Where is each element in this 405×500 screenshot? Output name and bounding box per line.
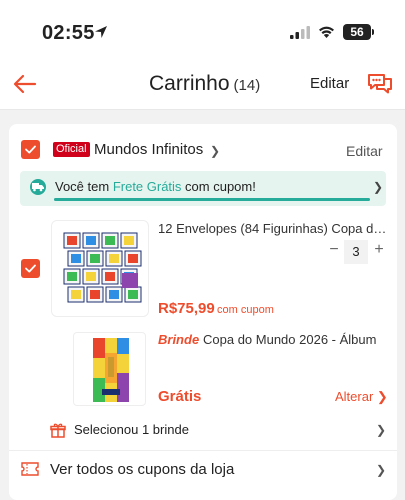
header-bar: Carrinho (14) Editar (0, 66, 405, 110)
truck-icon (30, 179, 46, 195)
gift-selection-text: Selecionou 1 brinde (74, 422, 189, 437)
change-gift-label: Alterar (335, 389, 374, 404)
chevron-right-icon: ❯ (210, 144, 221, 158)
official-badge: Oficial (53, 142, 90, 157)
shipping-message: Você tem Frete Grátis com cupom! (55, 179, 256, 194)
check-icon (25, 264, 36, 273)
edit-cart-button[interactable]: Editar (310, 75, 349, 92)
shipping-prefix: Você tem (55, 179, 113, 194)
chevron-right-icon: ❯ (373, 180, 384, 194)
shop-coupons-row[interactable]: Ver todos os cupons da loja ❯ (9, 451, 397, 489)
back-arrow-icon[interactable] (12, 71, 38, 97)
decrease-quantity-button[interactable]: − (327, 241, 341, 259)
location-arrow-icon (95, 26, 107, 38)
shop-edit-button[interactable]: Editar (346, 143, 383, 159)
shipping-progress-fill (54, 198, 370, 201)
status-bar: 02:55 56 (0, 0, 405, 66)
increase-quantity-button[interactable]: + (372, 241, 386, 259)
cellular-signal-icon (290, 26, 310, 39)
quantity-value[interactable]: 3 (344, 240, 368, 264)
page-title-text: Carrinho (149, 72, 230, 95)
shop-name-link[interactable]: Mundos Infinitos (94, 141, 203, 158)
quantity-stepper: − 3 + (327, 240, 387, 264)
cart-count: (14) (233, 77, 261, 94)
shop-coupons-link: Ver todos os cupons da loja (50, 461, 235, 478)
page-title: Carrinho (14) (149, 72, 260, 96)
shop-select-checkbox[interactable] (21, 140, 40, 159)
check-icon (25, 145, 36, 154)
shop-header: Oficial Mundos Infinitos ❯ Editar (9, 124, 397, 170)
gift-selection-row[interactable]: Selecionou 1 brinde ❯ (9, 414, 397, 450)
gift-price: Grátis (158, 388, 202, 405)
gift-title[interactable]: Copa do Mundo 2026 - Álbum (203, 332, 391, 347)
product-image[interactable] (51, 220, 149, 317)
shipping-suffix: com cupom! (181, 179, 256, 194)
shipping-progress-bar (54, 198, 370, 201)
status-time: 02:55 (42, 22, 95, 44)
coupon-ticket-icon (21, 462, 39, 476)
battery-indicator: 56 (343, 24, 374, 40)
gift-album-image[interactable] (73, 332, 146, 406)
shop-cart-card: Oficial Mundos Infinitos ❯ Editar Você t… (9, 124, 397, 500)
chevron-right-icon: ❯ (376, 423, 387, 437)
product-price: R$75,99 (158, 300, 215, 317)
product-select-checkbox[interactable] (21, 259, 40, 278)
product-title[interactable]: 12 Envelopes (84 Figurinhas) Copa do Mun… (158, 221, 390, 236)
shipping-highlight: Frete Grátis (112, 179, 182, 194)
gift-label: Brinde (158, 332, 200, 347)
chevron-right-icon: ❯ (376, 463, 387, 477)
change-gift-button[interactable]: Alterar ❯ (335, 389, 388, 405)
free-shipping-banner[interactable]: Você tem Frete Grátis com cupom! ❯ (20, 171, 386, 206)
chevron-right-icon: ❯ (376, 389, 388, 404)
chat-icon[interactable] (366, 71, 394, 97)
gift-box-icon (50, 423, 66, 438)
wifi-icon (319, 26, 334, 38)
price-note: com cupom (217, 304, 274, 316)
